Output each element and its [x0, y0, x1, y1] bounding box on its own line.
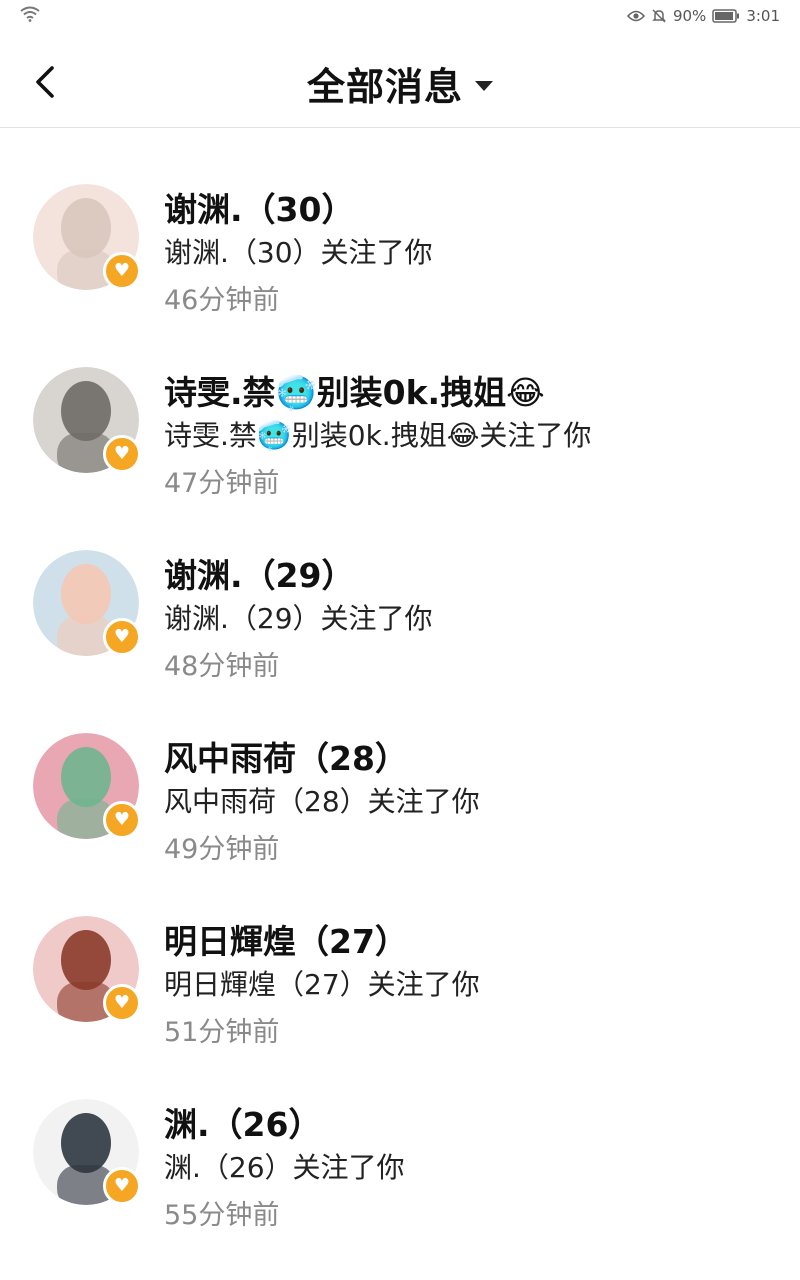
list-item[interactable]: ♥ 谢渊.（30） 谢渊.（30）关注了你 46分钟前 — [0, 128, 800, 316]
message-text: 谢渊.（30）关注了你 — [164, 236, 433, 269]
user-name[interactable]: 诗雯.禁🥶别装0k.拽姐😂 — [164, 366, 545, 414]
list-item[interactable]: ♥ 诗雯.禁🥶别装0k.拽姐😂 诗雯.禁🥶别装0k.拽姐😂关注了你 47分钟前 — [0, 311, 800, 499]
heart-badge-icon: ♥ — [103, 435, 141, 473]
battery-percent: 90% — [672, 7, 707, 25]
mute-bell-icon — [652, 9, 666, 23]
avatar-wrap: ♥ — [33, 184, 141, 290]
user-name[interactable]: 谢渊.（30） — [164, 183, 354, 231]
message-filter-dropdown[interactable]: 全部消息 — [0, 56, 800, 111]
status-bar: 90% 3:01 — [0, 0, 800, 34]
heart-badge-icon: ♥ — [103, 801, 141, 839]
battery-icon — [712, 9, 740, 23]
wifi-icon — [20, 6, 40, 22]
message-text: 明日輝煌（27）关注了你 — [164, 968, 480, 1001]
message-text: 诗雯.禁🥶别装0k.拽姐😂关注了你 — [164, 419, 592, 452]
user-name[interactable]: 谢渊.（29） — [164, 549, 354, 597]
message-list: ♥ 谢渊.（30） 谢渊.（30）关注了你 46分钟前 ♥ 诗雯.禁🥶别装0k.… — [0, 128, 800, 1231]
list-item[interactable]: ♥ 风中雨荷（28） 风中雨荷（28）关注了你 49分钟前 — [0, 677, 800, 865]
avatar-wrap: ♥ — [33, 1099, 141, 1205]
avatar-wrap: ♥ — [33, 367, 141, 473]
timestamp: 55分钟前 — [164, 1200, 280, 1231]
header: 全部消息 — [0, 34, 800, 128]
message-text: 渊.（26）关注了你 — [164, 1151, 405, 1184]
user-name[interactable]: 风中雨荷（28） — [164, 732, 408, 780]
avatar-wrap: ♥ — [33, 550, 141, 656]
list-item[interactable]: ♥ 明日輝煌（27） 明日輝煌（27）关注了你 51分钟前 — [0, 860, 800, 1048]
user-name[interactable]: 渊.（26） — [164, 1098, 321, 1146]
list-item[interactable]: ♥ 谢渊.（29） 谢渊.（29）关注了你 48分钟前 — [0, 494, 800, 682]
page-title: 全部消息 — [306, 65, 463, 109]
heart-badge-icon: ♥ — [103, 984, 141, 1022]
list-item[interactable]: ♥ 渊.（26） 渊.（26）关注了你 55分钟前 — [0, 1043, 800, 1231]
heart-badge-icon: ♥ — [103, 252, 141, 290]
message-text: 谢渊.（29）关注了你 — [164, 602, 433, 635]
message-text: 风中雨荷（28）关注了你 — [164, 785, 480, 818]
clock: 3:01 — [746, 7, 780, 25]
avatar-wrap: ♥ — [33, 916, 141, 1022]
eye-icon — [626, 10, 645, 22]
caret-down-icon — [475, 80, 493, 91]
heart-badge-icon: ♥ — [103, 618, 141, 656]
avatar-wrap: ♥ — [33, 733, 141, 839]
user-name[interactable]: 明日輝煌（27） — [164, 915, 408, 963]
heart-badge-icon: ♥ — [103, 1167, 141, 1205]
